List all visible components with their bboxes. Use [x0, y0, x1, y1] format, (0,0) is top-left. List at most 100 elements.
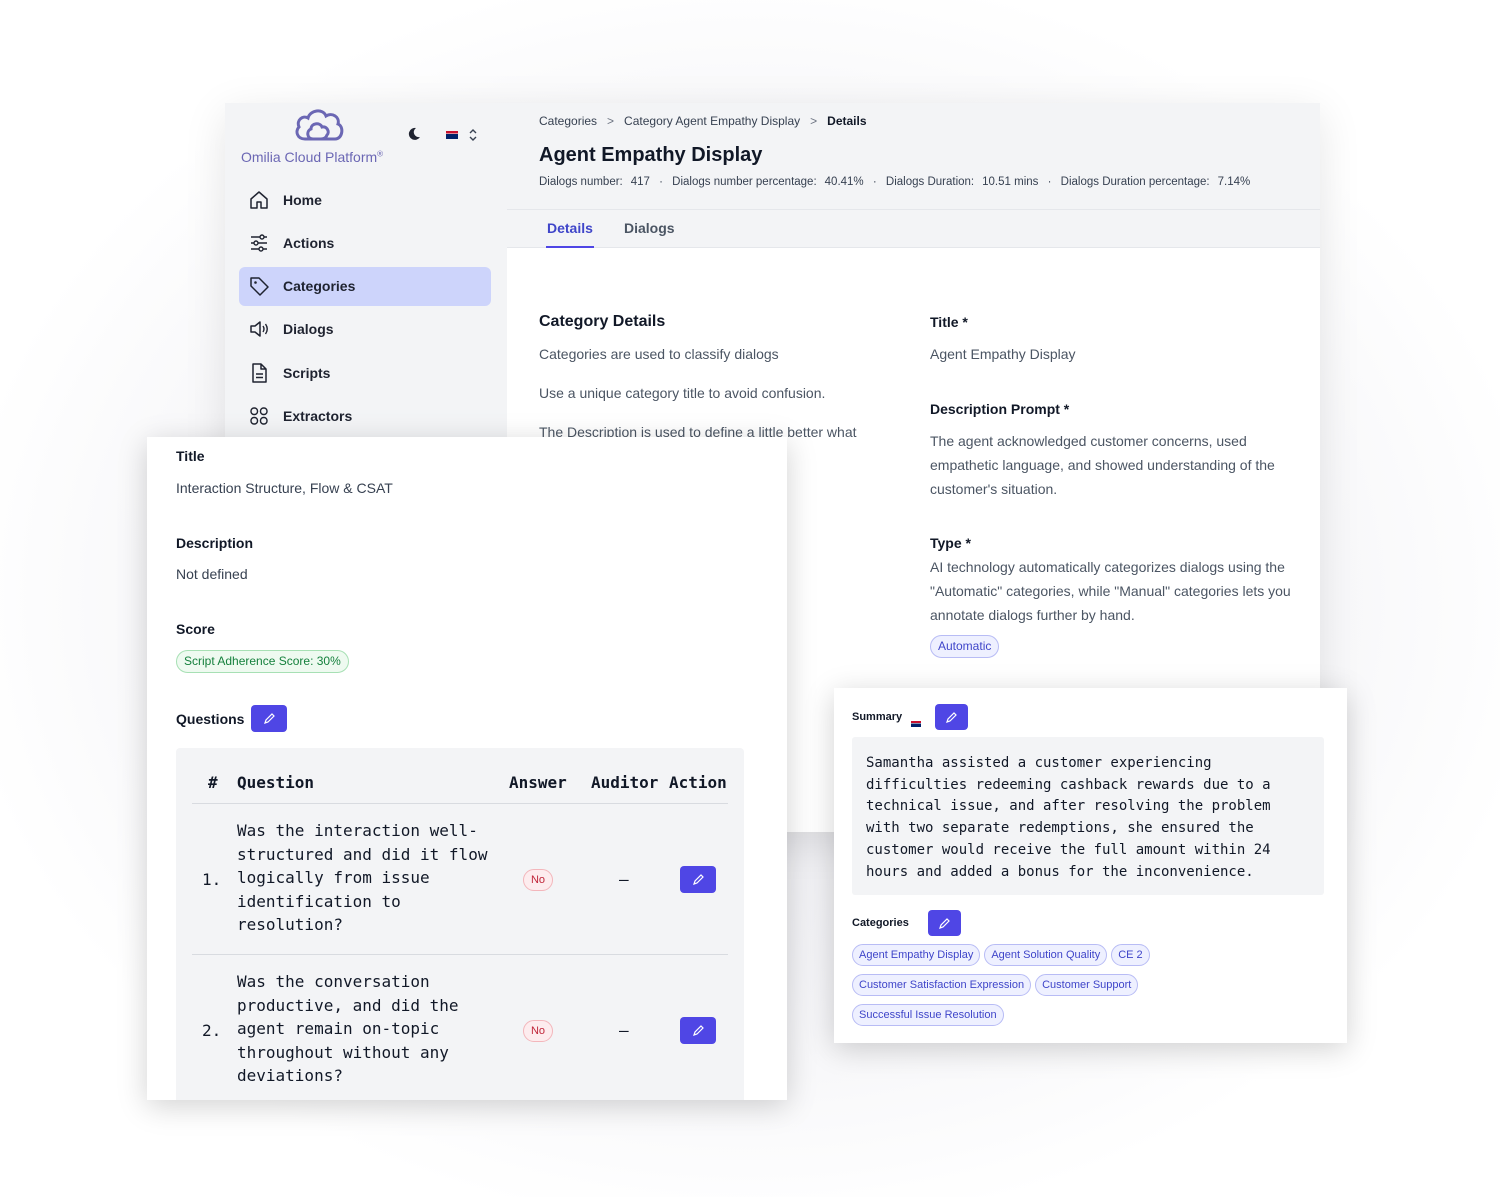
category-details-title: Category Details	[539, 313, 666, 330]
stat-value: 7.14%	[1217, 176, 1251, 188]
category-chip[interactable]: Agent Solution Quality	[984, 944, 1108, 966]
sidebar-item-label: Extractors	[283, 407, 353, 424]
breadcrumb-link-category[interactable]: Category Agent Empathy Display	[624, 114, 800, 128]
type-field-description: AI technology automatically categorizes …	[930, 559, 1291, 623]
answer-badge: No	[523, 1020, 553, 1042]
pencil-icon	[946, 711, 957, 723]
sidebar-item-actions[interactable]: Actions	[239, 223, 491, 262]
breadcrumb-link-categories[interactable]: Categories	[539, 114, 597, 128]
table-row: 2. Was the conversation productive, and …	[192, 955, 728, 1100]
question-number: 2.	[202, 1021, 222, 1040]
stat-value: 10.51 mins	[982, 176, 1039, 188]
category-chips: Agent Empathy Display Agent Solution Qual…	[852, 944, 1332, 1034]
categories-label: Categories	[852, 917, 909, 929]
sidebar-item-label: Categories	[283, 278, 356, 295]
description-field-value[interactable]: The agent acknowledged customer concerns…	[930, 429, 1300, 501]
question-text: Was the conversation productive, and did…	[237, 972, 459, 1086]
edit-question-button[interactable]	[680, 866, 716, 893]
flag-icon[interactable]	[446, 131, 458, 139]
score-badge: Script Adherence Score: 30%	[176, 650, 349, 673]
sidebar-item-label: Dialogs	[283, 321, 334, 338]
sidebar-nav: Home Actions Categories Dialogs Scripts …	[239, 180, 491, 440]
column-header: #	[208, 773, 218, 792]
page-title: Agent Empathy Display	[539, 144, 763, 166]
description-field-label: Description Prompt *	[930, 401, 1070, 417]
stat-label: Dialogs number percentage:	[672, 176, 817, 188]
script-description-value: Not defined	[176, 566, 248, 582]
sidebar-item-home[interactable]: Home	[239, 180, 491, 219]
column-header: Answer	[509, 773, 567, 792]
flag-icon	[911, 721, 921, 727]
sidebar-item-categories[interactable]: Categories	[239, 266, 491, 306]
column-header: Question	[237, 773, 315, 792]
chevron-right-icon: >	[607, 114, 615, 128]
page-header: Categories > Category Agent Empathy Disp…	[507, 103, 1320, 209]
pencil-icon	[692, 874, 704, 885]
breadcrumb: Categories > Category Agent Empathy Disp…	[539, 114, 867, 128]
cloud-logo-icon	[295, 109, 344, 141]
script-panel: Title Interaction Structure, Flow & CSAT…	[147, 437, 787, 1100]
stat-value: 40.41%	[824, 176, 864, 188]
speaker-icon	[250, 321, 268, 338]
edit-summary-button[interactable]	[935, 704, 968, 730]
category-chip[interactable]: CE 2	[1111, 944, 1150, 966]
edit-questions-button[interactable]	[251, 705, 287, 732]
tab-dialogs[interactable]: Dialogs	[624, 210, 675, 248]
moon-icon[interactable]	[406, 126, 422, 142]
sidebar-item-label: Scripts	[283, 364, 331, 381]
category-chip[interactable]: Customer Support	[1035, 974, 1139, 996]
chevron-updown-icon[interactable]	[467, 127, 479, 143]
category-chip[interactable]: Successful Issue Resolution	[852, 1004, 1004, 1026]
sidebar-item-label: Home	[283, 191, 322, 208]
tab-bar: Details Dialogs	[507, 209, 1320, 248]
summary-text: Samantha assisted a customer experiencin…	[852, 737, 1324, 895]
category-chip[interactable]: Agent Empathy Display	[852, 944, 981, 966]
sliders-icon	[251, 234, 267, 252]
sidebar-item-dialogs[interactable]: Dialogs	[239, 310, 491, 349]
logo[interactable]: Omilia Cloud Platform®	[241, 107, 411, 167]
type-badge[interactable]: Automatic	[930, 635, 1000, 658]
score-label: Score	[176, 621, 215, 637]
sidebar-item-extractors[interactable]: Extractors	[239, 396, 491, 435]
stats-line: Dialogs number: 417 · Dialogs number perc…	[539, 176, 1251, 188]
script-title-value: Interaction Structure, Flow & CSAT	[176, 480, 393, 496]
auditor-value: –	[619, 870, 629, 889]
document-icon	[252, 362, 267, 383]
category-details-text: Use a unique category title to avoid con…	[539, 385, 826, 401]
questions-label: Questions	[176, 711, 245, 727]
auditor-value: –	[619, 1021, 629, 1040]
question-number: 1.	[202, 870, 222, 889]
stat-value: 417	[630, 176, 650, 188]
sidebar-item-scripts[interactable]: Scripts	[239, 353, 491, 392]
column-header: Action	[669, 773, 727, 792]
home-icon	[250, 190, 268, 209]
logo-text: Omilia Cloud Platform®	[241, 149, 384, 165]
questions-table: # Question Answer Auditor Action 1. Was …	[176, 748, 744, 1100]
stat-label: Dialogs number:	[539, 176, 623, 188]
table-header: # Question Answer Auditor Action	[192, 748, 728, 804]
grid-icon	[250, 407, 268, 425]
question-text: Was the interaction well- structured and…	[237, 821, 488, 935]
tab-details[interactable]: Details	[546, 210, 594, 248]
sidebar-item-label: Actions	[283, 234, 335, 251]
answer-badge: No	[523, 869, 553, 891]
tag-icon	[250, 277, 269, 296]
breadcrumb-current: Details	[827, 114, 867, 128]
stat-label: Dialogs Duration percentage:	[1060, 176, 1210, 188]
title-field-label: Title *	[930, 314, 968, 330]
title-field-value[interactable]: Agent Empathy Display	[930, 342, 1300, 366]
script-description-label: Description	[176, 535, 254, 551]
pencil-icon	[263, 713, 275, 724]
category-details-text: Categories are used to classify dialogs	[539, 346, 779, 362]
pencil-icon	[692, 1025, 704, 1036]
chevron-right-icon: >	[810, 114, 818, 128]
edit-question-button[interactable]	[680, 1017, 716, 1044]
category-chip[interactable]: Customer Satisfaction Expression	[852, 974, 1032, 996]
script-title-label: Title	[176, 448, 205, 464]
pencil-icon	[939, 917, 950, 929]
summary-label: Summary	[852, 711, 903, 723]
edit-categories-button[interactable]	[928, 910, 961, 936]
type-field-label: Type *	[930, 535, 971, 551]
column-header: Auditor	[591, 773, 659, 792]
summary-panel: Summary Samantha assisted a customer exp…	[834, 688, 1347, 1043]
